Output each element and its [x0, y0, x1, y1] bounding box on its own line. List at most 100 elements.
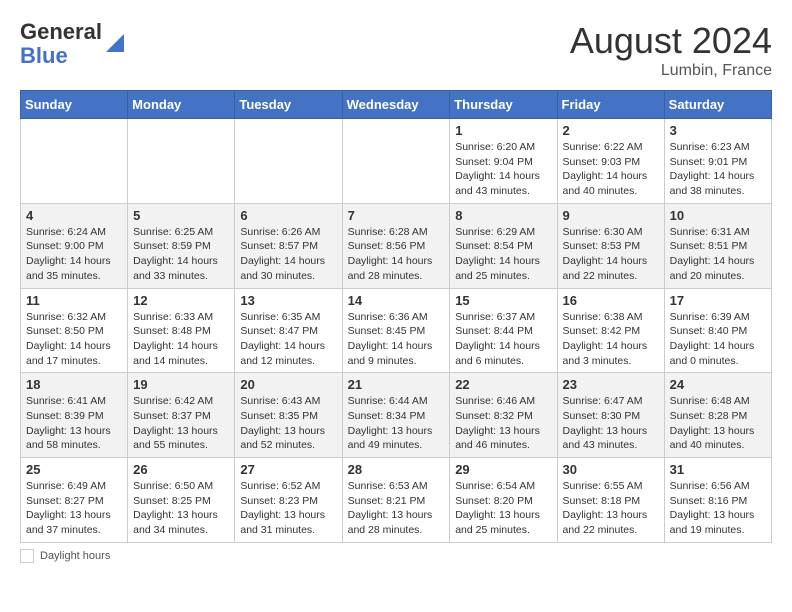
day-number: 9 [563, 208, 659, 223]
day-cell: 22Sunrise: 6:46 AM Sunset: 8:32 PM Dayli… [450, 373, 557, 458]
day-number: 2 [563, 123, 659, 138]
footer: Daylight hours [20, 549, 772, 563]
day-number: 30 [563, 462, 659, 477]
header-cell-sunday: Sunday [21, 91, 128, 119]
day-cell: 9 Sunrise: 6:30 AM Sunset: 8:53 PM Daylig… [557, 203, 664, 288]
day-number: 23 [563, 377, 659, 392]
day-cell: 2 Sunrise: 6:22 AM Sunset: 9:03 PM Daylig… [557, 119, 664, 204]
day-cell: 10 Sunrise: 6:31 AM Sunset: 8:51 PM Dayli… [664, 203, 771, 288]
day-number: 21 [348, 377, 445, 392]
day-cell: 7 Sunrise: 6:28 AM Sunset: 8:56 PM Daylig… [342, 203, 450, 288]
day-cell [342, 119, 450, 204]
day-info: Sunrise: 6:22 AM Sunset: 9:03 PM Dayligh… [563, 140, 659, 199]
day-cell: 11 Sunrise: 6:32 AM Sunset: 8:50 PM Dayli… [21, 288, 128, 373]
day-info: Sunrise: 6:55 AM Sunset: 8:18 PM Dayligh… [563, 479, 659, 538]
day-cell: 15 Sunrise: 6:37 AM Sunset: 8:44 PM Dayli… [450, 288, 557, 373]
day-info: Sunrise: 6:25 AM Sunset: 8:59 PM Dayligh… [133, 225, 229, 284]
day-cell: 4Sunrise: 6:24 AM Sunset: 9:00 PM Daylig… [21, 203, 128, 288]
day-number: 14 [348, 293, 445, 308]
month-title: August 2024 [570, 20, 772, 62]
day-number: 24 [670, 377, 766, 392]
day-info: Sunrise: 6:28 AM Sunset: 8:56 PM Dayligh… [348, 225, 445, 284]
day-info: Sunrise: 6:30 AM Sunset: 8:53 PM Dayligh… [563, 225, 659, 284]
day-cell [235, 119, 342, 204]
day-info: Sunrise: 6:39 AM Sunset: 8:40 PM Dayligh… [670, 310, 766, 369]
day-info: Sunrise: 6:24 AM Sunset: 9:00 PM Dayligh… [26, 225, 122, 284]
day-info: Sunrise: 6:33 AM Sunset: 8:48 PM Dayligh… [133, 310, 229, 369]
day-info: Sunrise: 6:31 AM Sunset: 8:51 PM Dayligh… [670, 225, 766, 284]
day-info: Sunrise: 6:29 AM Sunset: 8:54 PM Dayligh… [455, 225, 551, 284]
day-cell: 16 Sunrise: 6:38 AM Sunset: 8:42 PM Dayli… [557, 288, 664, 373]
page-header: General Blue August 2024 Lumbin, France [20, 20, 772, 80]
day-info: Sunrise: 6:35 AM Sunset: 8:47 PM Dayligh… [240, 310, 336, 369]
day-cell: 14 Sunrise: 6:36 AM Sunset: 8:45 PM Dayli… [342, 288, 450, 373]
day-number: 11 [26, 293, 122, 308]
day-info: Sunrise: 6:56 AM Sunset: 8:16 PM Dayligh… [670, 479, 766, 538]
day-info: Sunrise: 6:46 AM Sunset: 8:32 PM Dayligh… [455, 394, 551, 453]
day-number: 17 [670, 293, 766, 308]
day-number: 27 [240, 462, 336, 477]
day-number: 16 [563, 293, 659, 308]
day-cell: 21 Sunrise: 6:44 AM Sunset: 8:34 PM Dayli… [342, 373, 450, 458]
day-cell: 12Sunrise: 6:33 AM Sunset: 8:48 PM Dayli… [128, 288, 235, 373]
day-info: Sunrise: 6:23 AM Sunset: 9:01 PM Dayligh… [670, 140, 766, 199]
week-row-3: 11 Sunrise: 6:32 AM Sunset: 8:50 PM Dayli… [21, 288, 772, 373]
day-info: Sunrise: 6:37 AM Sunset: 8:44 PM Dayligh… [455, 310, 551, 369]
title-block: August 2024 Lumbin, France [570, 20, 772, 80]
week-row-1: 1 Sunrise: 6:20 AM Sunset: 9:04 PM Daylig… [21, 119, 772, 204]
day-number: 18 [26, 377, 122, 392]
day-cell: 13 Sunrise: 6:35 AM Sunset: 8:47 PM Dayli… [235, 288, 342, 373]
day-number: 13 [240, 293, 336, 308]
day-number: 10 [670, 208, 766, 223]
header-cell-saturday: Saturday [664, 91, 771, 119]
logo-arrow-icon [104, 32, 126, 54]
day-number: 20 [240, 377, 336, 392]
day-cell: 1 Sunrise: 6:20 AM Sunset: 9:04 PM Daylig… [450, 119, 557, 204]
day-info: Sunrise: 6:41 AM Sunset: 8:39 PM Dayligh… [26, 394, 122, 453]
day-info: Sunrise: 6:32 AM Sunset: 8:50 PM Dayligh… [26, 310, 122, 369]
header-cell-wednesday: Wednesday [342, 91, 450, 119]
day-cell: 3 Sunrise: 6:23 AM Sunset: 9:01 PM Daylig… [664, 119, 771, 204]
day-cell: 30 Sunrise: 6:55 AM Sunset: 8:18 PM Dayli… [557, 458, 664, 543]
day-number: 5 [133, 208, 229, 223]
header-row: SundayMondayTuesdayWednesdayThursdayFrid… [21, 91, 772, 119]
day-info: Sunrise: 6:49 AM Sunset: 8:27 PM Dayligh… [26, 479, 122, 538]
day-number: 26 [133, 462, 229, 477]
day-cell: 18 Sunrise: 6:41 AM Sunset: 8:39 PM Dayli… [21, 373, 128, 458]
day-cell: 29 Sunrise: 6:54 AM Sunset: 8:20 PM Dayli… [450, 458, 557, 543]
day-cell: 31 Sunrise: 6:56 AM Sunset: 8:16 PM Dayli… [664, 458, 771, 543]
day-number: 8 [455, 208, 551, 223]
day-info: Sunrise: 6:50 AM Sunset: 8:25 PM Dayligh… [133, 479, 229, 538]
day-cell: 8 Sunrise: 6:29 AM Sunset: 8:54 PM Daylig… [450, 203, 557, 288]
header-cell-monday: Monday [128, 91, 235, 119]
header-cell-tuesday: Tuesday [235, 91, 342, 119]
day-number: 6 [240, 208, 336, 223]
day-number: 1 [455, 123, 551, 138]
day-cell: 5 Sunrise: 6:25 AM Sunset: 8:59 PM Daylig… [128, 203, 235, 288]
day-info: Sunrise: 6:54 AM Sunset: 8:20 PM Dayligh… [455, 479, 551, 538]
day-info: Sunrise: 6:48 AM Sunset: 8:28 PM Dayligh… [670, 394, 766, 453]
logo-line1: General [20, 19, 102, 44]
day-info: Sunrise: 6:47 AM Sunset: 8:30 PM Dayligh… [563, 394, 659, 453]
week-row-2: 4Sunrise: 6:24 AM Sunset: 9:00 PM Daylig… [21, 203, 772, 288]
day-cell [21, 119, 128, 204]
day-number: 7 [348, 208, 445, 223]
day-cell: 24 Sunrise: 6:48 AM Sunset: 8:28 PM Dayli… [664, 373, 771, 458]
week-row-4: 18 Sunrise: 6:41 AM Sunset: 8:39 PM Dayli… [21, 373, 772, 458]
day-cell: 20 Sunrise: 6:43 AM Sunset: 8:35 PM Dayli… [235, 373, 342, 458]
day-number: 31 [670, 462, 766, 477]
logo-line2: Blue [20, 43, 68, 68]
day-number: 15 [455, 293, 551, 308]
day-info: Sunrise: 6:20 AM Sunset: 9:04 PM Dayligh… [455, 140, 551, 199]
day-number: 3 [670, 123, 766, 138]
header-cell-thursday: Thursday [450, 91, 557, 119]
day-number: 29 [455, 462, 551, 477]
day-cell: 17 Sunrise: 6:39 AM Sunset: 8:40 PM Dayli… [664, 288, 771, 373]
location-title: Lumbin, France [570, 62, 772, 80]
day-info: Sunrise: 6:53 AM Sunset: 8:21 PM Dayligh… [348, 479, 445, 538]
day-info: Sunrise: 6:44 AM Sunset: 8:34 PM Dayligh… [348, 394, 445, 453]
day-info: Sunrise: 6:52 AM Sunset: 8:23 PM Dayligh… [240, 479, 336, 538]
day-info: Sunrise: 6:38 AM Sunset: 8:42 PM Dayligh… [563, 310, 659, 369]
day-info: Sunrise: 6:43 AM Sunset: 8:35 PM Dayligh… [240, 394, 336, 453]
day-info: Sunrise: 6:36 AM Sunset: 8:45 PM Dayligh… [348, 310, 445, 369]
